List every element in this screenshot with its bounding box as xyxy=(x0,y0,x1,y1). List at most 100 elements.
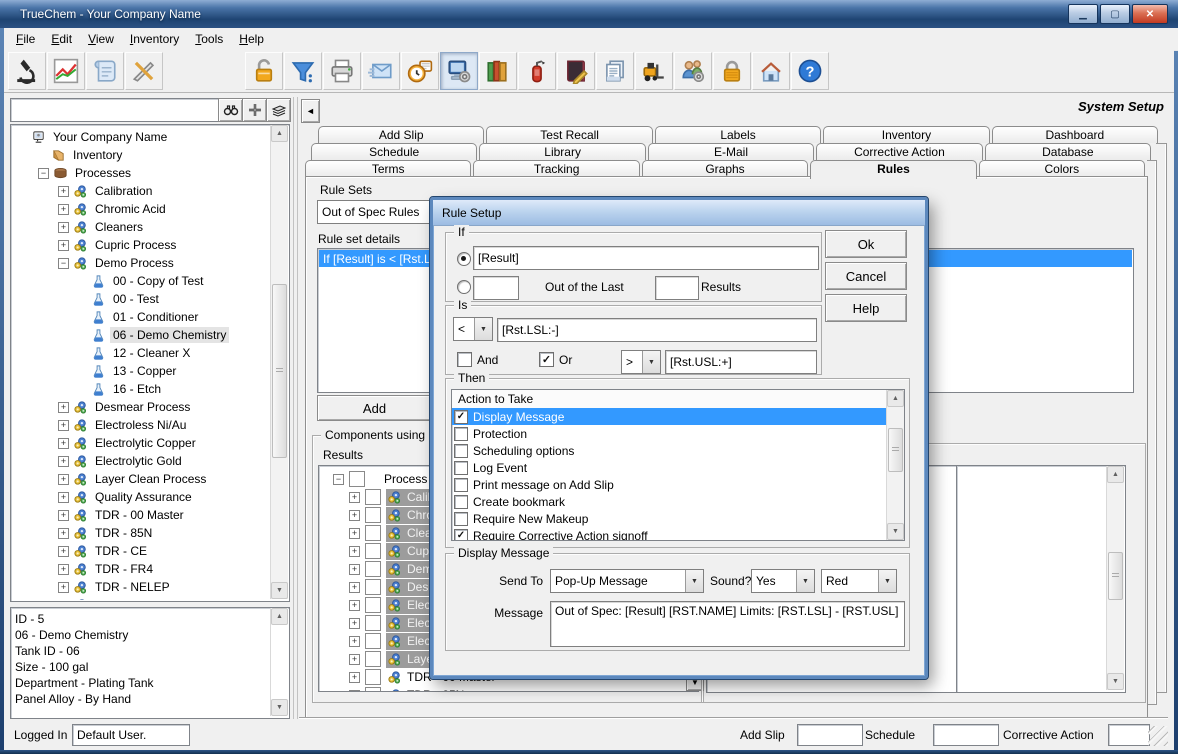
checkbox[interactable] xyxy=(365,615,381,631)
tab-schedule[interactable]: Schedule xyxy=(311,143,477,160)
tree-item-13-copper[interactable]: 13 - Copper xyxy=(12,362,271,380)
tree-item-calibration[interactable]: +Calibration xyxy=(12,182,271,200)
expand-icon[interactable]: + xyxy=(58,222,69,233)
unlock-button[interactable] xyxy=(245,52,283,90)
splitter[interactable] xyxy=(293,97,294,719)
expand-icon[interactable]: + xyxy=(349,564,360,575)
scroll-thumb[interactable] xyxy=(272,284,287,458)
tree-item-electrolytic-gold[interactable]: +Electrolytic Gold xyxy=(12,452,271,470)
tree-item-tdr-85n[interactable]: +TDR - 85N xyxy=(12,524,271,542)
resize-grip[interactable] xyxy=(1148,726,1168,746)
checkbox[interactable] xyxy=(454,410,468,424)
scroll-button[interactable] xyxy=(86,52,124,90)
expand-icon[interactable]: + xyxy=(58,600,69,601)
chevron-down-icon[interactable]: ▼ xyxy=(642,351,660,373)
tree-item-12-cleaner-x[interactable]: 12 - Cleaner X xyxy=(12,344,271,362)
tab-terms[interactable]: Terms xyxy=(305,160,471,177)
checkbox[interactable] xyxy=(365,687,381,692)
dialog-titlebar[interactable]: Rule Setup xyxy=(433,200,925,226)
checkbox[interactable] xyxy=(454,529,468,542)
scroll-down-icon[interactable]: ▼ xyxy=(271,699,288,716)
action-item-scheduling-options[interactable]: Scheduling options xyxy=(452,442,886,459)
action-item-log-event[interactable]: Log Event xyxy=(452,459,886,476)
clock-calendar-button[interactable] xyxy=(401,52,439,90)
action-item-create-bookmark[interactable]: Create bookmark xyxy=(452,493,886,510)
scroll-thumb[interactable] xyxy=(888,428,903,472)
chevron-down-icon[interactable]: ▼ xyxy=(474,318,492,340)
message-field[interactable]: Out of Spec: [Result] [RST.NAME] Limits:… xyxy=(550,601,905,647)
help-button[interactable]: Help xyxy=(825,294,907,322)
process-tree-root[interactable]: −Process xyxy=(333,470,427,488)
expand-icon[interactable]: + xyxy=(58,492,69,503)
tab-inventory[interactable]: Inventory xyxy=(823,126,989,143)
expand-icon[interactable]: + xyxy=(58,510,69,521)
right-results-list[interactable] xyxy=(956,465,1126,693)
home-button[interactable] xyxy=(752,52,790,90)
tree-item-layer-clean-process[interactable]: +Layer Clean Process xyxy=(12,470,271,488)
scroll-down-icon[interactable]: ▼ xyxy=(271,582,288,599)
expand-icon[interactable]: + xyxy=(349,672,360,683)
tree-item-demo-process[interactable]: −Demo Process xyxy=(12,254,271,272)
notebook-button[interactable] xyxy=(557,52,595,90)
tab-database[interactable]: Database xyxy=(985,143,1151,160)
close-button[interactable]: ✕ xyxy=(1132,4,1168,24)
checkbox[interactable] xyxy=(365,651,381,667)
fire-extinguisher-button[interactable] xyxy=(518,52,556,90)
ok-button[interactable]: Ok xyxy=(825,230,907,258)
tree-item-electrolytic-copper[interactable]: +Electrolytic Copper xyxy=(12,434,271,452)
tab-e-mail[interactable]: E-Mail xyxy=(648,143,814,160)
help-button[interactable]: ? xyxy=(791,52,829,90)
scroll-down-icon[interactable]: ▼ xyxy=(1107,673,1124,690)
checkbox[interactable] xyxy=(365,669,381,685)
or-checkbox[interactable] xyxy=(539,352,554,367)
scroll-up-icon[interactable]: ▲ xyxy=(887,390,904,407)
expand-all-button[interactable] xyxy=(242,98,267,122)
expand-icon[interactable]: + xyxy=(58,204,69,215)
tree-item-cupric-process[interactable]: +Cupric Process xyxy=(12,236,271,254)
titlebar[interactable]: TrueChem - Your Company Name ▁ ▢ ✕ xyxy=(0,0,1178,28)
tab-library[interactable]: Library xyxy=(479,143,645,160)
action-list-scrollbar[interactable]: ▲ ▼ xyxy=(886,390,904,540)
expand-icon[interactable]: + xyxy=(58,186,69,197)
action-item-print-message-on-add-slip[interactable]: Print message on Add Slip xyxy=(452,476,886,493)
computer-gear-button[interactable] xyxy=(440,52,478,90)
operand1-field[interactable]: [Rst.LSL:-] xyxy=(497,318,817,342)
forklift-button[interactable] xyxy=(635,52,673,90)
filter-button[interactable] xyxy=(284,52,322,90)
expand-icon[interactable]: + xyxy=(349,528,360,539)
process-item-tdr-85n[interactable]: +TDR - 85N xyxy=(349,686,504,692)
tab-add-slip[interactable]: Add Slip xyxy=(318,126,484,143)
checkbox[interactable] xyxy=(365,579,381,595)
result-radio[interactable] xyxy=(457,252,471,266)
report-button[interactable] xyxy=(596,52,634,90)
action-item-require-new-makeup[interactable]: Require New Makeup xyxy=(452,510,886,527)
collapse-icon[interactable]: − xyxy=(58,258,69,269)
results-scrollbar[interactable]: ▲ ▼ xyxy=(1106,466,1124,690)
expand-icon[interactable]: + xyxy=(58,438,69,449)
scroll-up-icon[interactable]: ▲ xyxy=(271,608,288,625)
expand-icon[interactable]: + xyxy=(58,582,69,593)
books-button[interactable] xyxy=(479,52,517,90)
tree-item-electroless-ni-au[interactable]: +Electroless Ni/Au xyxy=(12,416,271,434)
expand-icon[interactable]: + xyxy=(349,510,360,521)
menu-file[interactable]: File xyxy=(8,29,43,49)
maximize-button[interactable]: ▢ xyxy=(1100,4,1130,24)
microscope-button[interactable] xyxy=(8,52,46,90)
expand-icon[interactable]: + xyxy=(58,474,69,485)
expand-icon[interactable]: + xyxy=(58,240,69,251)
expand-icon[interactable]: + xyxy=(349,618,360,629)
tree-item-chromic-acid[interactable]: +Chromic Acid xyxy=(12,200,271,218)
operand2-field[interactable]: [Rst.USL:+] xyxy=(665,350,817,374)
collapse-all-button[interactable] xyxy=(266,98,291,122)
tree-item-tdr-00-master[interactable]: +TDR - 00 Master xyxy=(12,506,271,524)
scroll-up-icon[interactable]: ▲ xyxy=(1107,466,1124,483)
tree-item-tdr-nelsl[interactable]: +TDR - NELSL xyxy=(12,596,271,600)
binoculars-button[interactable] xyxy=(218,98,243,122)
tree-item-tdr-fr4[interactable]: +TDR - FR4 xyxy=(12,560,271,578)
checkbox[interactable] xyxy=(365,489,381,505)
checkbox[interactable] xyxy=(454,444,468,458)
scroll-down-icon[interactable]: ▼ xyxy=(887,523,904,540)
checkbox[interactable] xyxy=(365,507,381,523)
checkbox[interactable] xyxy=(454,495,468,509)
checkbox[interactable] xyxy=(365,597,381,613)
